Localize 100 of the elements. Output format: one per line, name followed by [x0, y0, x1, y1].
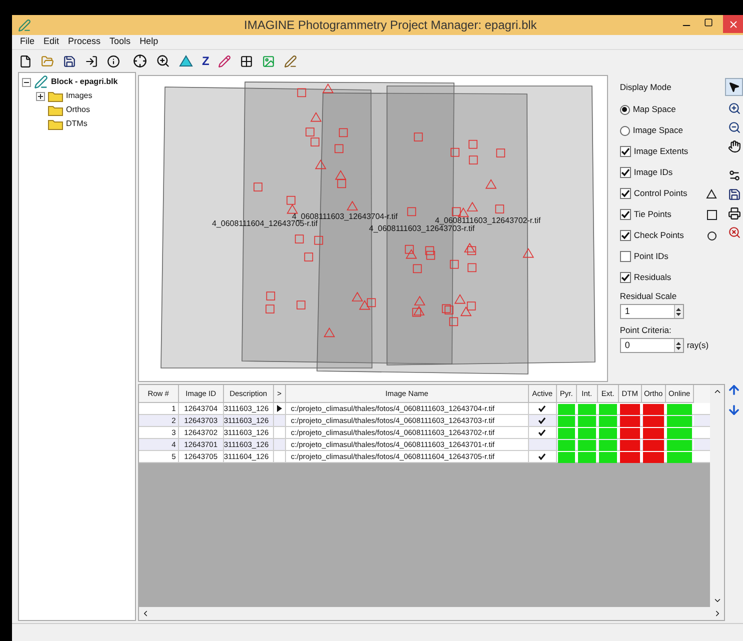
save-icon[interactable]	[63, 54, 76, 68]
import-icon[interactable]	[85, 54, 98, 68]
tree-item[interactable]: Block - epagri.blk	[51, 76, 118, 88]
collapse-icon[interactable]	[22, 78, 31, 86]
checkbox[interactable]	[620, 230, 631, 241]
checkbox-label[interactable]: Check Points	[634, 229, 684, 242]
new-file-icon[interactable]	[19, 54, 32, 68]
control-point-marker	[310, 112, 322, 122]
app-icon	[18, 18, 31, 32]
grid-icon[interactable]	[240, 54, 254, 68]
image-label: 4_0608111604_12643705-r.tif	[212, 219, 318, 228]
crosshair-icon[interactable]	[133, 54, 147, 68]
tie-point-marker	[310, 138, 320, 146]
folder-icon	[48, 118, 63, 130]
tie-point-marker	[414, 132, 423, 142]
tree-item[interactable]: DTMs	[66, 118, 88, 130]
checkbox[interactable]	[620, 272, 631, 283]
control-point-marker	[314, 159, 326, 170]
image-icon[interactable]	[262, 54, 276, 68]
folder-icon	[48, 104, 63, 116]
tie-point-marker	[265, 304, 274, 314]
control-point-marker	[286, 204, 298, 214]
image-label: 4_0608111603_12643704-r.tif	[292, 212, 398, 221]
select-tool-button[interactable]	[725, 78, 743, 96]
control-point-marker	[351, 292, 363, 302]
scroll-up-icon[interactable]	[712, 387, 722, 396]
maximize-button[interactable]	[704, 18, 713, 27]
checkbox[interactable]	[620, 167, 631, 178]
move-up-icon[interactable]	[727, 383, 741, 397]
checkbox-label[interactable]: Tie Points	[634, 208, 672, 221]
radio-label[interactable]: Map Space	[632, 103, 676, 116]
window-title: IMAGINE Photogrammetry Project Manager: epagri.blk	[244, 17, 537, 34]
checkbox-label[interactable]: Image Extents	[634, 145, 688, 158]
radio-button[interactable]	[620, 104, 630, 114]
zoom-out-icon[interactable]	[728, 121, 740, 134]
unit-label: ray(s)	[686, 339, 709, 352]
close-button[interactable]	[723, 15, 743, 33]
open-folder-icon[interactable]	[41, 54, 54, 68]
vertical-scrollbar[interactable]	[710, 385, 724, 607]
z-tool-button[interactable]: Z	[202, 52, 210, 70]
menu-item[interactable]: Tools	[110, 35, 131, 49]
tie-point-marker	[452, 207, 461, 216]
checkbox-label[interactable]: Control Points	[634, 187, 688, 200]
pencil-icon[interactable]	[218, 54, 232, 68]
close-icon	[728, 18, 738, 30]
checkbox-label[interactable]: Image IDs	[634, 166, 673, 179]
pan-icon[interactable]	[728, 140, 740, 153]
control-point-marker	[457, 207, 469, 218]
tie-point-marker	[294, 234, 304, 244]
checkbox-label[interactable]: Point IDs	[634, 250, 668, 263]
tie-point-marker	[426, 250, 435, 260]
clear-zoom-icon[interactable]	[728, 226, 740, 239]
checkbox-label[interactable]: Residuals	[634, 271, 672, 284]
scroll-right-icon[interactable]	[713, 609, 722, 618]
tie-point-marker	[412, 264, 422, 274]
checkbox[interactable]	[620, 251, 631, 262]
menu-item[interactable]: Help	[140, 35, 158, 49]
checkbox[interactable]	[620, 188, 631, 199]
spinner-icon[interactable]	[674, 339, 683, 352]
zoom-in-icon[interactable]	[156, 54, 170, 68]
tie-point-marker	[466, 302, 476, 310]
tree-item[interactable]: Images	[66, 90, 92, 102]
expand-icon[interactable]	[36, 92, 45, 100]
image-label: 4_0608111603_12643702-r.tif	[434, 216, 540, 225]
section-label: Display Mode	[620, 81, 672, 94]
zoom-in-icon[interactable]	[728, 102, 740, 115]
menu-item[interactable]: Edit	[44, 35, 60, 49]
menu-item[interactable]: Process	[68, 35, 101, 49]
print-icon[interactable]	[728, 207, 740, 220]
tie-point-marker	[314, 236, 323, 245]
radio-button[interactable]	[620, 126, 630, 136]
tie-point-marker	[442, 304, 451, 314]
block-icon	[34, 75, 48, 89]
checkbox[interactable]	[620, 146, 631, 157]
control-point-marker	[358, 300, 370, 310]
tie-point-marker	[286, 196, 296, 205]
properties-icon[interactable]	[728, 169, 740, 182]
spinner-icon[interactable]	[674, 305, 683, 318]
triangle-icon[interactable]	[179, 55, 193, 67]
info-icon[interactable]	[107, 54, 120, 68]
horizontal-scrollbar[interactable]	[138, 607, 724, 620]
edit-icon[interactable]	[284, 54, 298, 68]
checkbox[interactable]	[620, 209, 631, 220]
triangle-icon	[706, 188, 717, 198]
control-point-marker	[323, 327, 335, 338]
scroll-down-icon[interactable]	[712, 596, 722, 605]
tie-point-marker	[444, 306, 454, 314]
control-point-marker	[464, 242, 476, 252]
point-criteria-field[interactable]: 0	[620, 338, 684, 353]
move-down-icon[interactable]	[727, 403, 741, 417]
tie-point-marker	[450, 148, 460, 157]
square-icon	[707, 210, 717, 220]
tree-item[interactable]: Orthos	[66, 104, 90, 116]
control-point-marker	[466, 202, 478, 212]
radio-label[interactable]: Image Space	[632, 124, 683, 137]
residual-scale-field[interactable]: 1	[620, 304, 684, 319]
save-icon[interactable]	[728, 188, 740, 201]
tie-point-marker	[337, 179, 346, 188]
tie-point-marker	[297, 88, 306, 98]
menu-item[interactable]: File	[20, 35, 35, 49]
